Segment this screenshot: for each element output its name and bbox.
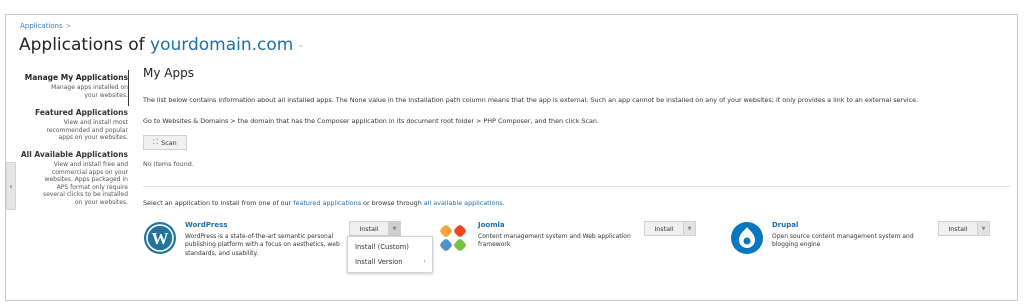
install-dropdown-menu: Install (Custom) Install Version › <box>347 236 433 273</box>
main-content: My Apps The list below contains informat… <box>143 66 1013 257</box>
install-split-button: Install ▼ <box>349 221 401 236</box>
section-heading: My Apps <box>143 66 194 80</box>
composer-paragraph: Go to Websites & Domains > the domain th… <box>143 117 599 125</box>
info-paragraph: The list below contains information abou… <box>143 96 919 104</box>
all-available-applications-link[interactable]: all available applications <box>424 199 503 207</box>
sidebar-item-desc: View and install most recommended and pop… <box>46 119 129 142</box>
active-indicator <box>128 70 129 106</box>
app-name[interactable]: Drupal <box>772 221 798 229</box>
install-split-button: Install ▼ <box>938 221 990 236</box>
chevron-left-icon: ‹ <box>9 181 13 191</box>
sidebar-item-title: All Available Applications <box>20 149 128 159</box>
divider <box>143 186 1011 187</box>
install-split-button: Install ▼ <box>644 221 696 236</box>
sidebar: Manage My Applications Manage apps insta… <box>20 70 129 213</box>
featured-applications-link[interactable]: featured applications <box>293 199 361 207</box>
app-desc: Open source content management system an… <box>772 233 914 249</box>
empty-state-text: No items found. <box>143 160 194 168</box>
select-application-text: Select an application to install from on… <box>143 199 505 207</box>
scan-button[interactable]: ⛶ Scan <box>143 135 187 150</box>
install-button[interactable]: Install <box>349 221 389 236</box>
sidebar-item-manage-my-applications[interactable]: Manage My Applications Manage apps insta… <box>20 73 128 99</box>
chevron-down-icon[interactable]: ⌄ <box>297 40 304 49</box>
svg-text:W: W <box>152 229 169 248</box>
app-desc: Content management system and Web applic… <box>478 233 631 249</box>
chevron-down-icon[interactable]: ▼ <box>978 221 990 236</box>
sidebar-item-desc: Manage apps installed on your websites. <box>51 84 128 99</box>
chevron-down-icon[interactable]: ▼ <box>389 221 401 236</box>
app-name[interactable]: Joomla <box>478 221 505 229</box>
page-title-prefix: Applications of <box>19 35 145 55</box>
scan-icon: ⛶ <box>153 138 159 146</box>
wordpress-logo-icon: W <box>144 222 176 254</box>
install-button[interactable]: Install <box>938 221 978 236</box>
sidebar-item-title: Manage My Applications <box>24 73 128 82</box>
menu-item-install-version[interactable]: Install Version <box>355 258 403 266</box>
chevron-down-icon[interactable]: ▼ <box>684 221 696 236</box>
sidebar-item-desc: View and install free and commercial apps… <box>42 160 128 206</box>
page-title: Applications of yourdomain.com ⌄ <box>19 35 304 55</box>
sidebar-item-title: Featured Applications <box>35 108 128 118</box>
content-frame <box>5 14 1018 301</box>
install-button[interactable]: Install <box>644 221 684 236</box>
domain-selector[interactable]: yourdomain.com <box>150 35 293 55</box>
sidebar-item-all-available-applications[interactable]: All Available Applications View and inst… <box>20 150 128 207</box>
breadcrumb-link-applications[interactable]: Applications <box>20 22 63 30</box>
scan-button-label: Scan <box>161 138 177 147</box>
drupal-logo-icon <box>731 222 763 254</box>
breadcrumb-separator: > <box>65 22 72 30</box>
chevron-right-icon: › <box>423 257 426 265</box>
app-name[interactable]: WordPress <box>185 221 227 229</box>
sidebar-collapse-handle[interactable]: ‹ <box>6 162 16 210</box>
breadcrumb: Applications > <box>20 22 72 30</box>
sidebar-item-featured-applications[interactable]: Featured Applications View and install m… <box>20 108 128 142</box>
menu-item-install-custom[interactable]: Install (Custom) <box>355 243 409 251</box>
joomla-logo-icon <box>440 225 466 251</box>
app-desc: WordPress is a state-of-the-art semantic… <box>185 233 340 257</box>
